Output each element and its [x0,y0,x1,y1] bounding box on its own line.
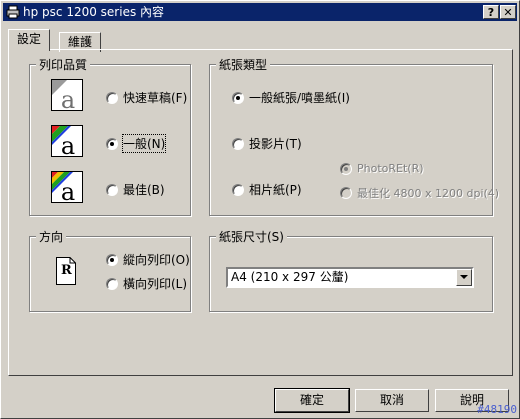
orientation-landscape-label: 橫向列印(L) [123,277,188,291]
paper-size-value: A4 (210 x 297 公釐) [231,270,349,284]
paper-size-group-label: 紙張尺寸(S) [216,228,287,245]
settings-panel: 列印品質 a 快速草稿(F) a 一般(N) a 最佳(B) 紙張類型 一般紙張… [8,49,513,376]
quality-normal-radio[interactable] [106,137,118,150]
title-bar[interactable]: hp psc 1200 series 內容 ? ✕ [3,3,517,21]
paper-type-group: 紙張類型 一般紙張/噴墨紙(I) 投影片(T) 相片紙(P) PhotoREt(… [209,56,499,216]
optimized-dpi-label: 最佳化 4800 x 1200 dpi(4) [357,187,500,200]
paper-type-group-label: 紙張類型 [216,56,271,73]
paper-photo-radio[interactable] [232,183,244,196]
window-title: hp psc 1200 series 內容 [23,5,165,19]
orientation-portrait-label: 縱向列印(O) [123,253,190,267]
quality-best-option[interactable]: 最佳(B) [106,181,165,198]
paper-transparency-label: 投影片(T) [249,137,302,151]
help-title-button[interactable]: ? [483,5,499,19]
quality-group-label: 列印品質 [36,56,91,73]
paper-photo-option[interactable]: 相片紙(P) [232,181,302,198]
paper-transparency-option[interactable]: 投影片(T) [232,135,302,152]
draft-quality-icon: a [51,79,83,111]
orientation-portrait-option[interactable]: 縱向列印(O) [106,251,190,268]
svg-text:a: a [61,132,75,157]
quality-best-radio[interactable] [106,183,118,196]
optimized-dpi-radio[interactable] [340,187,352,199]
paper-size-select[interactable]: A4 (210 x 297 公釐) [226,267,474,288]
orientation-landscape-radio[interactable] [106,277,118,290]
quality-normal-option[interactable]: 一般(N) [106,134,167,153]
photoret-label: PhotoREt(R) [357,162,424,175]
paper-plain-option[interactable]: 一般紙張/噴墨紙(I) [232,89,350,106]
watermark-text: #48190 [477,403,517,416]
paper-size-group: 紙張尺寸(S) A4 (210 x 297 公釐) [209,228,493,312]
optimized-dpi-option[interactable]: 最佳化 4800 x 1200 dpi(4) [340,185,499,201]
portrait-page-letter: R [61,263,72,278]
orientation-group-label: 方向 [36,228,67,245]
best-quality-icon: a [51,171,83,203]
quality-draft-radio[interactable] [106,91,118,104]
quality-best-label: 最佳(B) [123,183,165,197]
photoret-option[interactable]: PhotoREt(R) [340,162,424,175]
quality-draft-option[interactable]: 快速草稿(F) [106,89,187,106]
quality-draft-label: 快速草稿(F) [123,91,188,105]
quality-normal-label: 一般(N) [121,134,167,153]
paper-plain-label: 一般紙張/噴墨紙(I) [249,91,350,105]
orientation-group: 方向 R 縱向列印(O) 橫向列印(L) [29,228,191,312]
photoret-radio[interactable] [340,162,352,175]
svg-text:a: a [61,178,75,203]
quality-group: 列印品質 a 快速草稿(F) a 一般(N) a 最佳(B) [29,56,191,216]
paper-photo-label: 相片紙(P) [249,183,302,197]
printer-icon [6,5,20,19]
paper-transparency-radio[interactable] [232,137,244,150]
orientation-portrait-radio[interactable] [106,253,118,266]
chevron-down-icon [460,275,468,279]
svg-text:a: a [61,86,75,111]
orientation-landscape-option[interactable]: 橫向列印(L) [106,275,187,292]
tab-settings[interactable]: 設定 [8,29,51,51]
cancel-button[interactable]: 取消 [355,389,429,412]
paper-plain-radio[interactable] [232,91,244,104]
normal-quality-icon: a [51,125,83,157]
ok-button[interactable]: 確定 [274,388,350,413]
dialog-window: hp psc 1200 series 內容 ? ✕ 設定 維護 列印品質 a 快… [0,0,520,419]
close-title-button[interactable]: ✕ [500,5,516,19]
paper-size-dropdown-button[interactable] [456,269,472,286]
